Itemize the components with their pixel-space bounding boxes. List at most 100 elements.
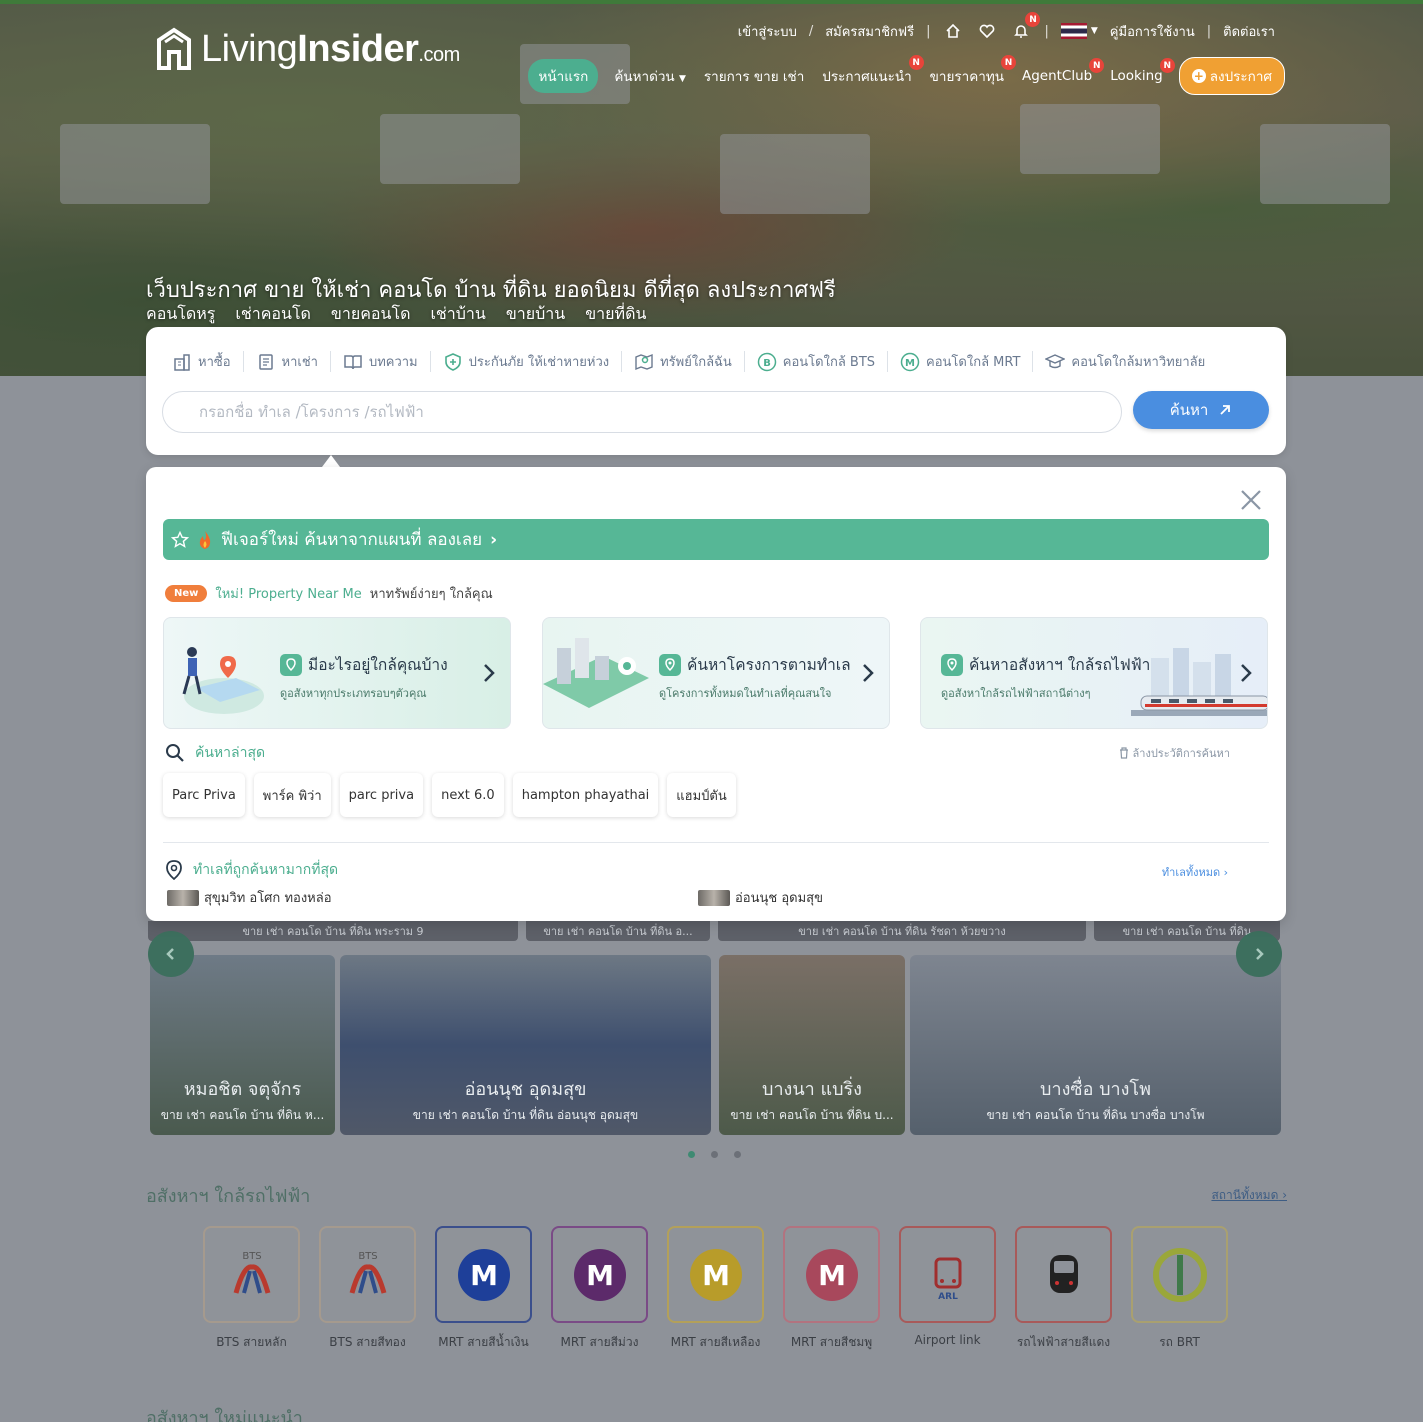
area-card[interactable]: อ่อนนุช อุดมสุข ขาย เช่า คอนโด บ้าน ที่ด… [340, 955, 711, 1135]
post-listing-button[interactable]: + ลงประกาศ [1178, 57, 1285, 95]
hero-link[interactable]: คอนโดหรู [146, 302, 215, 327]
page-content-behind-overlay: ขาย เช่า คอนโด บ้าน ที่ดิน พระราม 9 ขาย … [0, 921, 1423, 1422]
nav-recommended[interactable]: ประกาศแนะนำ N [820, 55, 924, 93]
site-logo[interactable]: LivingInsider.com [155, 26, 460, 72]
map-search-feature-banner[interactable]: ฟีเจอร์ใหม่ ค้นหาจากแผนที่ ลองเลย › [163, 519, 1269, 560]
promo-card-near-you[interactable]: มีอะไรอยู่ใกล้คุณบ้าง ดูอสังหาทุกประเภทร… [163, 617, 511, 729]
city-map-illustration [543, 638, 649, 708]
area-card[interactable]: บางนา แบริ่ง ขาย เช่า คอนโด บ้าน ที่ดิน … [719, 955, 905, 1135]
popular-areas-heading: ทำเลที่ถูกค้นหามากที่สุด [165, 859, 338, 881]
hero-link[interactable]: ขายบ้าน [506, 302, 565, 327]
new-badge: N [1000, 55, 1016, 70]
see-all-label: สถานีทั้งหมด [1211, 1188, 1279, 1202]
nav-listings[interactable]: รายการ ขาย เช่า [702, 59, 806, 93]
carousel-dot[interactable] [688, 1151, 695, 1158]
separator: | [926, 23, 931, 39]
search-input[interactable] [162, 391, 1122, 433]
bts-logo-icon: BTS [233, 1251, 270, 1294]
brt-logo-icon [1152, 1247, 1207, 1302]
hero-link[interactable]: เช่าคอนโด [235, 302, 311, 327]
transit-line-mrt-purple[interactable]: M MRT สายสีม่วง [551, 1226, 648, 1352]
carousel-prev-button[interactable] [148, 931, 194, 977]
popular-area-item[interactable]: สุขุมวิท อโศก ทองหล่อ [167, 887, 332, 908]
svg-text:M: M [905, 358, 915, 369]
transit-line-airport-link[interactable]: ARL Airport link [899, 1226, 996, 1352]
main-nav: หน้าแรก ค้นหาด่วน ▼ รายการ ขาย เช่า ประก… [528, 55, 1285, 95]
language-selector[interactable]: ▼ [1060, 23, 1098, 39]
transit-line-label: รถไฟฟ้าสายสีแดง [1016, 1335, 1111, 1349]
area-card[interactable]: บางซื่อ บางโพ ขาย เช่า คอนโด บ้าน ที่ดิน… [910, 955, 1281, 1135]
recent-search-chip[interactable]: พาร์ค พิว่า [253, 773, 331, 817]
hero-link[interactable]: ขายคอนโด [331, 302, 411, 327]
heart-icon[interactable] [976, 20, 998, 42]
post-listing-label: ลงประกาศ [1209, 69, 1272, 85]
transit-line-mrt-yellow[interactable]: M MRT สายสีเหลือง [667, 1226, 764, 1352]
transit-line-mrt-pink[interactable]: M MRT สายสีชมพู [783, 1226, 880, 1352]
transit-line-bts-main[interactable]: BTS BTS สายหลัก [203, 1226, 300, 1352]
recent-search-chip[interactable]: parc priva [339, 773, 424, 817]
register-link[interactable]: สมัครสมาชิกฟรี [825, 21, 914, 42]
transit-line-bts-gold[interactable]: BTS BTS สายสีทอง [319, 1226, 416, 1352]
new-badge: New [165, 585, 208, 602]
transit-line-red[interactable]: รถไฟฟ้าสายสีแดง [1015, 1226, 1112, 1352]
hero-link[interactable]: ขายที่ดิน [585, 302, 646, 327]
nav-quick-search[interactable]: ค้นหาด่วน ▼ [612, 59, 688, 93]
section-title: อสังหาฯ ใหม่แนะนำ [146, 1408, 303, 1422]
guide-link[interactable]: คู่มือการใช้งาน [1110, 21, 1195, 42]
login-link[interactable]: เข้าสู่ระบบ [738, 21, 797, 42]
plus-circle-icon: + [1191, 69, 1206, 83]
transit-line-label: BTS สายสีทอง [329, 1335, 406, 1349]
home-icon[interactable] [942, 20, 964, 42]
recent-search-chip[interactable]: Parc Priva [163, 773, 245, 817]
recent-search-chip[interactable]: แฮมป์ตัน [667, 773, 736, 817]
tab-buy[interactable]: หาซื้อ [172, 351, 244, 372]
transit-line-mrt-blue[interactable]: M MRT สายสีน้ำเงิน [435, 1226, 532, 1352]
see-all-stations-link[interactable]: สถานีทั้งหมด › [1211, 1186, 1287, 1205]
svg-text:M: M [702, 1259, 730, 1292]
nav-agentclub[interactable]: AgentClub N [1020, 58, 1105, 90]
carousel-dot[interactable] [711, 1151, 718, 1158]
recent-search-chip[interactable]: hampton phayathai [512, 773, 659, 817]
nav-below-price[interactable]: ขายราคาทุน N [928, 55, 1016, 93]
carousel-dot[interactable] [734, 1151, 741, 1158]
nav-home[interactable]: หน้าแรก [528, 59, 599, 93]
nav-looking[interactable]: Looking N [1108, 58, 1175, 90]
close-icon[interactable] [1238, 487, 1264, 513]
tab-near-university[interactable]: คอนโดใกล้มหาวิทยาลัย [1033, 351, 1217, 372]
hero-links: คอนโดหรู เช่าคอนโด ขายคอนโด เช่าบ้าน ขาย… [146, 302, 646, 327]
popular-area-item[interactable]: อ่อนนุช อุดมสุข [698, 887, 823, 908]
property-near-me-row[interactable]: New ใหม่! Property Near Me หาทรัพย์ง่ายๆ… [165, 583, 493, 604]
clear-history-button[interactable]: ล้างประวัติการค้นหา [1119, 744, 1230, 762]
separator: | [1206, 23, 1212, 39]
search-button[interactable]: ค้นหา [1133, 391, 1269, 429]
tab-near-me[interactable]: ทรัพย์ใกล้ฉัน [622, 351, 745, 372]
area-sub: ขาย เช่า คอนโด บ้าน ที่ดิน บางซื่อ บางโพ [986, 1108, 1205, 1122]
tab-label: บทความ [368, 355, 418, 370]
logo-text-suffix: .com [418, 43, 460, 66]
area-card[interactable]: หมอชิต จตุจักร ขาย เช่า คอนโด บ้าน ที่ดิ… [150, 955, 335, 1135]
tab-rent[interactable]: หาเช่า [244, 351, 331, 372]
bell-icon[interactable]: N [1010, 12, 1041, 42]
search-button-label: ค้นหา [1169, 401, 1209, 419]
nav-below-price-label: ขายราคาทุน [929, 69, 1004, 85]
tab-label: คอนโดใกล้ BTS [782, 355, 876, 370]
tab-near-bts[interactable]: B คอนโดใกล้ BTS [745, 351, 889, 372]
search-tabs: หาซื้อ หาเช่า บทความ ประกันภัย ให้เช่าหา… [172, 351, 1217, 372]
transit-line-brt[interactable]: รถ BRT [1131, 1226, 1228, 1352]
carousel-next-button[interactable] [1236, 931, 1282, 977]
promo-card-near-train[interactable]: ค้นหาอสังหาฯ ใกล้รถไฟฟ้า ดูอสังหาใกล้รถไ… [920, 617, 1268, 729]
tab-articles[interactable]: บทความ [331, 351, 431, 372]
promo-card-projects-by-area[interactable]: ค้นหาโครงการตามทำเล ดูโครงการทั้งหมดในทำ… [542, 617, 890, 729]
tab-near-mrt[interactable]: M คอนโดใกล้ MRT [888, 351, 1034, 372]
hero-link[interactable]: เช่าบ้าน [430, 302, 485, 327]
area-thumbnail [698, 889, 730, 906]
tab-label: ทรัพย์ใกล้ฉัน [660, 355, 732, 370]
red-line-train-icon [1049, 1254, 1078, 1293]
contact-link[interactable]: ติดต่อเรา [1223, 21, 1275, 42]
building-icon [172, 352, 192, 372]
all-areas-link[interactable]: ทำเลทั้งหมด › [1162, 863, 1228, 881]
svg-text:ARL: ARL [938, 1292, 958, 1302]
location-icon [941, 653, 963, 676]
recent-search-chip[interactable]: next 6.0 [432, 773, 504, 817]
tab-insurance[interactable]: ประกันภัย ให้เช่าหายห่วง [431, 351, 623, 372]
